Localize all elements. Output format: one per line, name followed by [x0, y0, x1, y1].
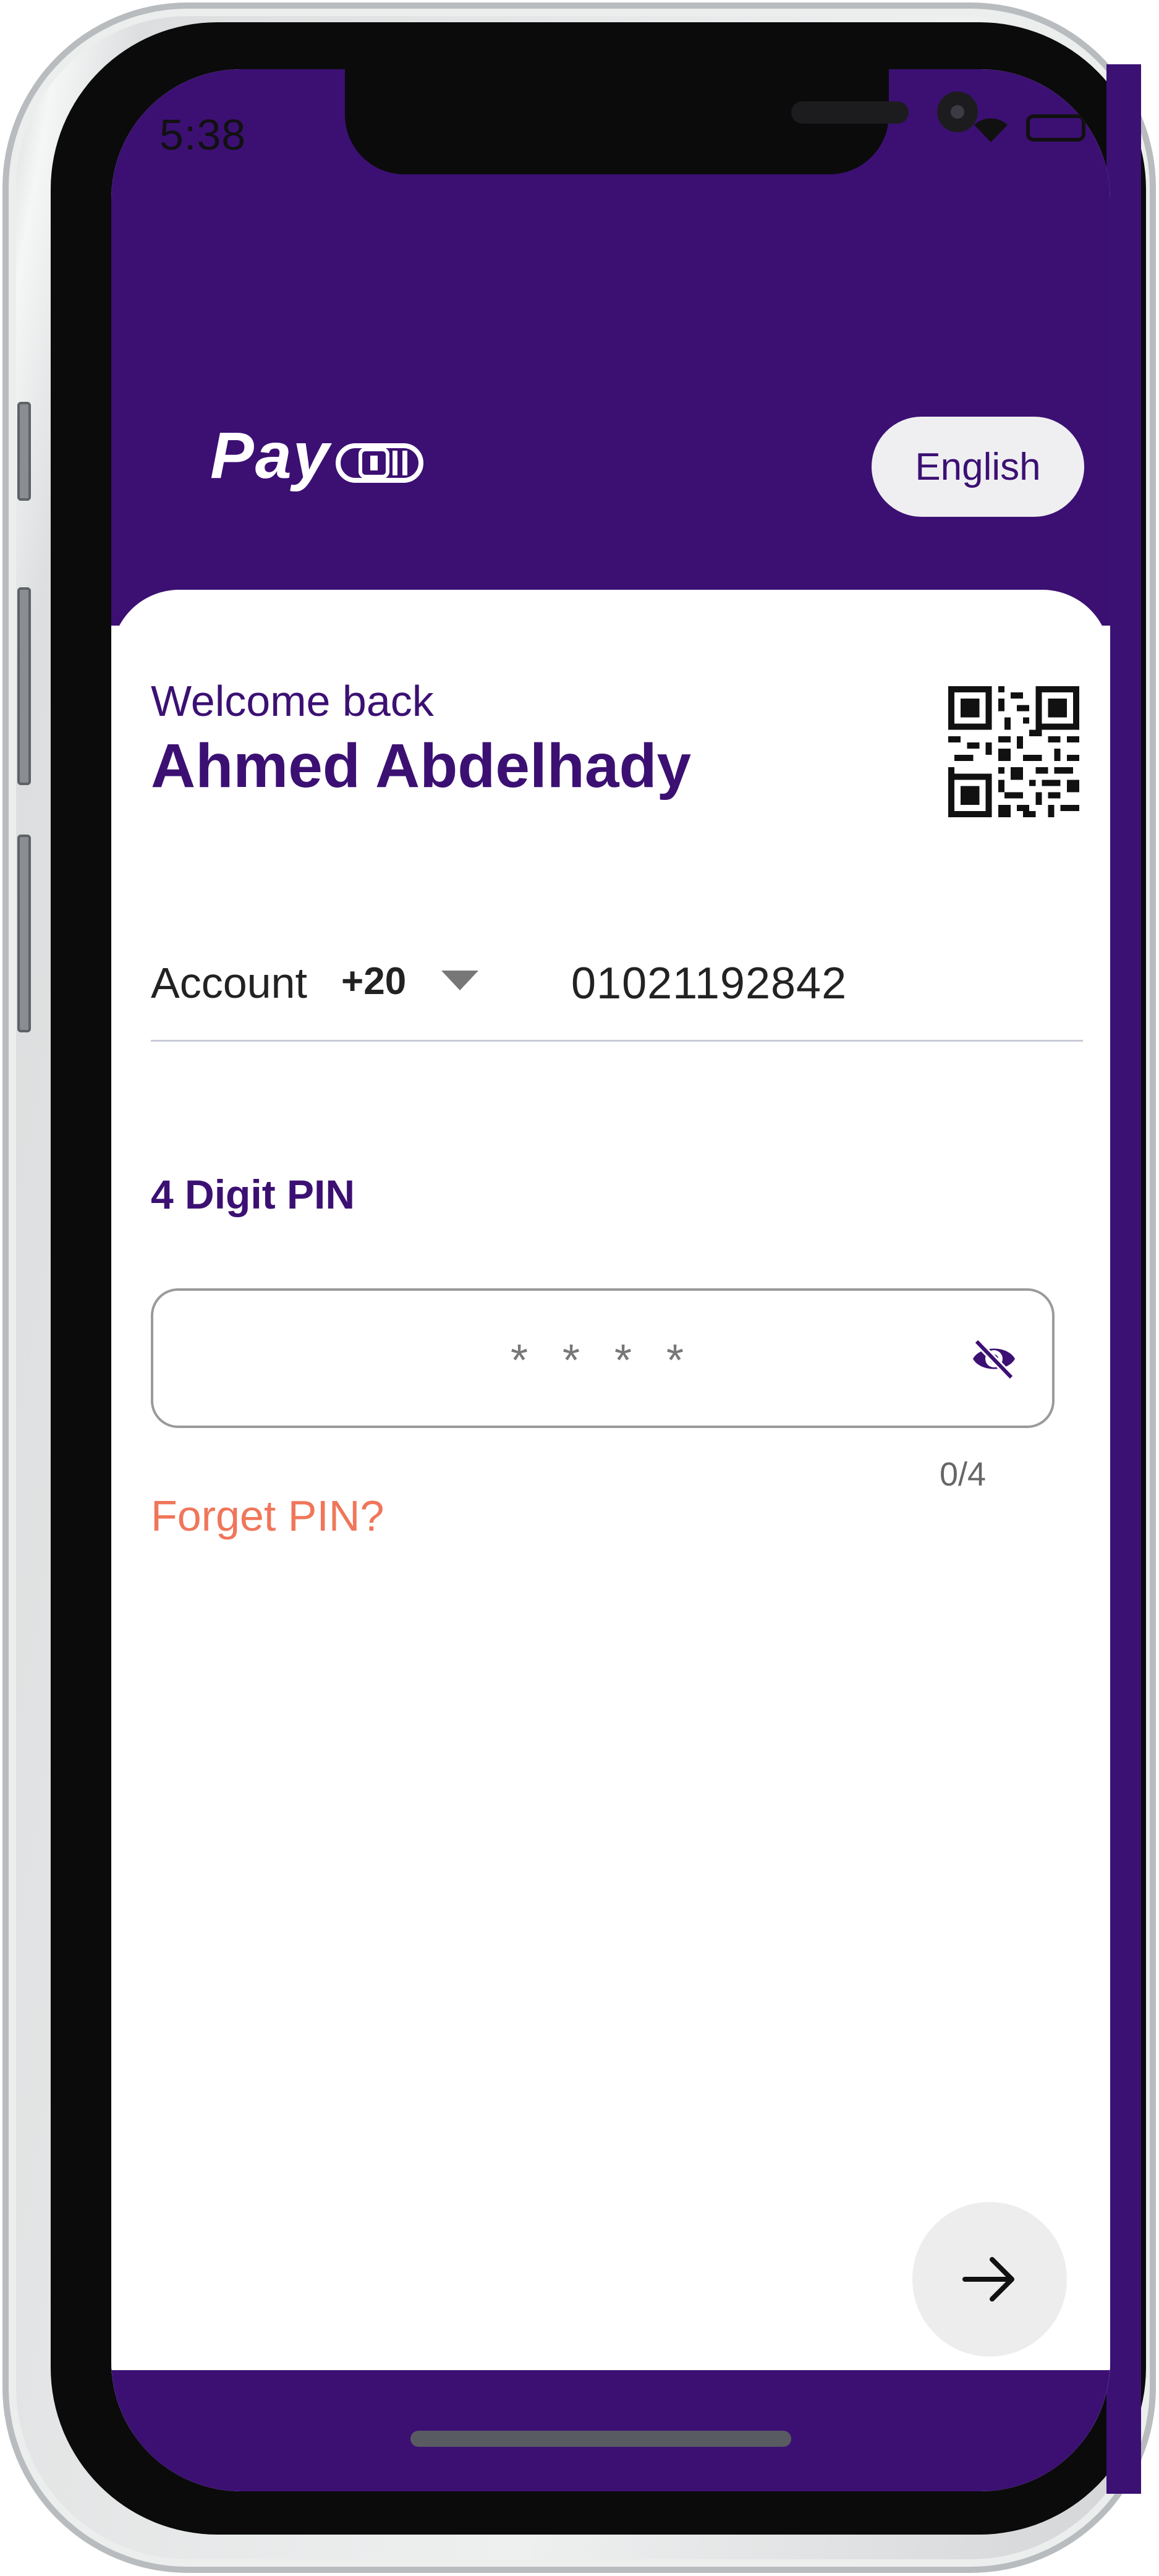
- notch: [345, 69, 978, 174]
- country-code-select[interactable]: +20: [341, 959, 406, 1003]
- qr-code-icon[interactable]: [948, 686, 1079, 817]
- user-name: Ahmed Abdelhady: [151, 731, 692, 801]
- coin-icon: [335, 443, 423, 483]
- status-time: 5:38: [159, 111, 247, 159]
- next-button[interactable]: [912, 2202, 1067, 2357]
- bottom-bar: [111, 2370, 1110, 2491]
- welcome-greeting: Welcome back: [151, 677, 434, 725]
- pin-counter: 0/4: [940, 1456, 987, 1493]
- phone-number-input[interactable]: 01021192842: [571, 958, 847, 1009]
- battery-icon: [1026, 114, 1085, 142]
- app-screen: 5:38 Pay English Welcome back Ahmed Abde…: [111, 69, 1110, 2491]
- front-camera: [937, 91, 978, 132]
- volume-up-button: [17, 587, 31, 785]
- wifi-icon: [974, 118, 1008, 142]
- dropdown-caret-icon[interactable]: [441, 971, 478, 990]
- language-button[interactable]: English: [872, 417, 1084, 517]
- pin-placeholder: * * * *: [510, 1336, 695, 1385]
- pin-input[interactable]: * * * *: [151, 1288, 1055, 1428]
- header-bar: 5:38 Pay English: [111, 69, 1110, 626]
- logo-text: Pay: [210, 419, 331, 492]
- account-field-underline: [151, 1040, 1083, 1042]
- volume-down-button: [17, 835, 31, 1032]
- home-indicator[interactable]: [410, 2431, 791, 2447]
- pin-title: 4 Digit PIN: [151, 1171, 355, 1217]
- app-logo: Pay: [210, 419, 427, 493]
- account-field: Account +20 01021192842: [151, 930, 1083, 1042]
- bezel-accent: [1106, 64, 1141, 2494]
- speaker-grille: [791, 101, 909, 124]
- status-icons: [972, 113, 1085, 143]
- login-card: Welcome back Ahmed Abdelhady Account +20…: [111, 590, 1110, 2432]
- arrow-right-icon: [962, 2257, 1014, 2302]
- account-label: Account: [151, 959, 307, 1007]
- forget-pin-link[interactable]: Forget PIN?: [151, 1491, 384, 1541]
- eye-off-icon[interactable]: [970, 1339, 1017, 1380]
- mute-switch: [17, 402, 31, 501]
